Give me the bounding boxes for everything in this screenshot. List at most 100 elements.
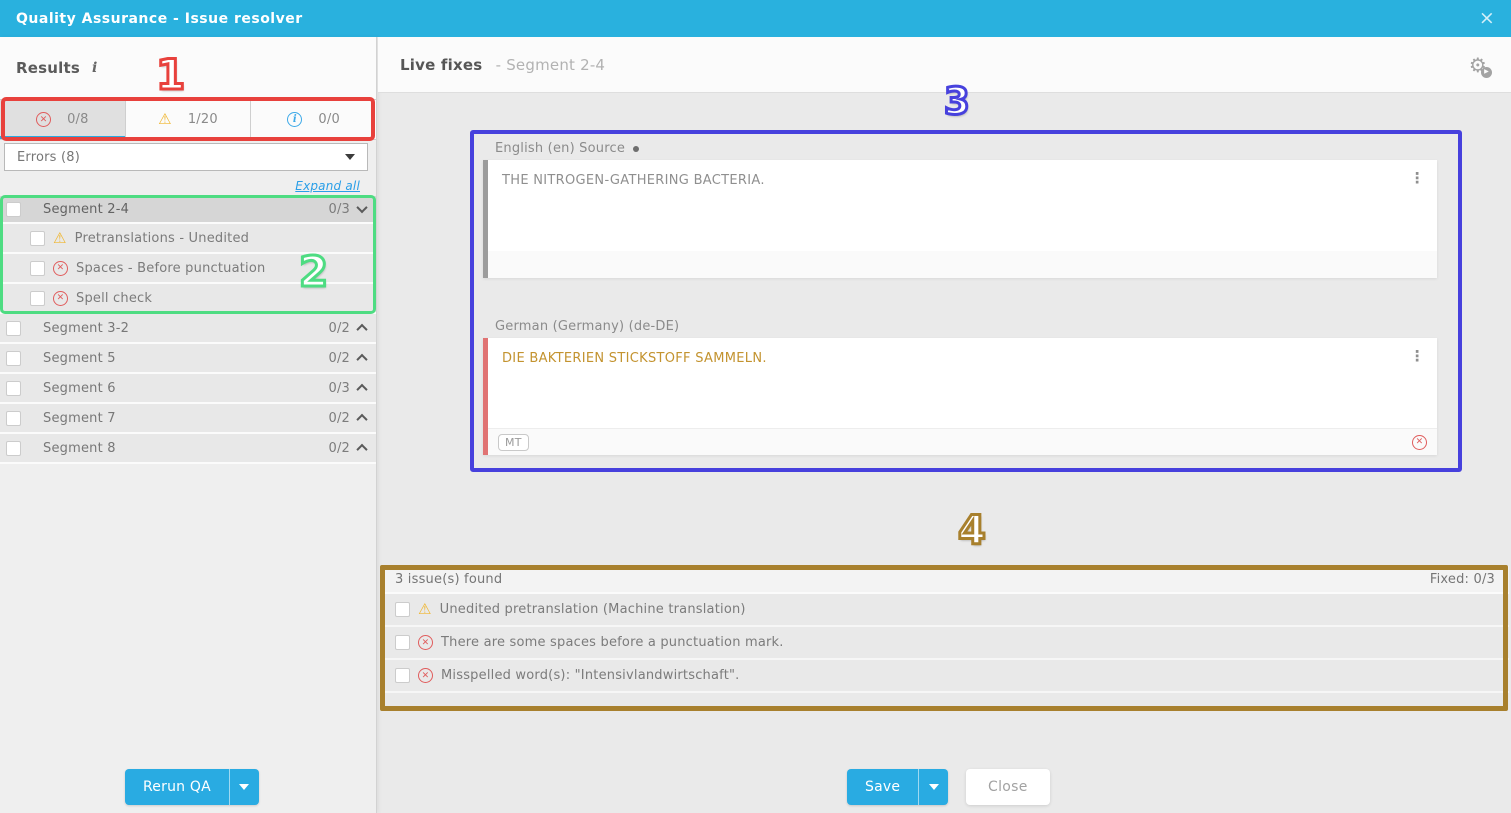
target-language-label: German (Germany) (de-DE): [495, 319, 679, 334]
issue-filter-dropdown[interactable]: Errors (8): [4, 143, 368, 171]
warning-triangle-icon: [418, 602, 432, 617]
live-fixes-subtitle: - Segment 2-4: [496, 56, 606, 74]
source-dot-icon: [633, 146, 639, 152]
segment-checkbox[interactable]: [6, 351, 21, 366]
segment-label: Segment 5: [43, 351, 328, 366]
tab-warnings[interactable]: 1/20: [126, 100, 252, 139]
live-fixes-title-group: Live fixes - Segment 2-4: [400, 55, 605, 74]
chevron-up-icon[interactable]: [356, 444, 367, 455]
segment-checkbox[interactable]: [6, 411, 21, 426]
save-button[interactable]: Save: [847, 769, 918, 805]
chevron-down-icon: [345, 154, 355, 160]
segment-row[interactable]: Segment 3-2 0/2: [0, 314, 376, 344]
group-issue-item[interactable]: Spaces - Before punctuation: [0, 254, 376, 284]
results-title: Results: [16, 59, 80, 77]
error-circle-icon: [53, 291, 68, 306]
issue-checkbox[interactable]: [395, 668, 410, 683]
close-icon[interactable]: ×: [1479, 9, 1495, 28]
issue-checkbox[interactable]: [30, 261, 45, 276]
qa-issue-resolver-window: Quality Assurance - Issue resolver × Res…: [0, 0, 1511, 813]
warning-triangle-icon: [158, 112, 172, 127]
error-circle-icon: [53, 261, 68, 276]
issue-row[interactable]: Unedited pretranslation (Machine transla…: [381, 594, 1509, 627]
segment-label: Segment 6: [43, 381, 328, 396]
close-button[interactable]: Close: [966, 769, 1050, 805]
segment-row[interactable]: Segment 6 0/3: [0, 374, 376, 404]
errors-count: 0/8: [67, 112, 89, 127]
segment-checkbox[interactable]: [6, 202, 21, 217]
issue-row[interactable]: There are some spaces before a punctuati…: [381, 627, 1509, 660]
window-title: Quality Assurance - Issue resolver: [16, 11, 303, 27]
source-editor: THE NITROGEN-GATHERING BACTERIA.: [483, 160, 1437, 278]
tab-info[interactable]: 0/0: [251, 100, 376, 139]
segment-label: Segment 8: [43, 441, 328, 456]
segment-checkbox[interactable]: [6, 321, 21, 336]
segment-list: Segment 2-4 0/3 Pretranslations - Unedit…: [0, 196, 376, 464]
error-circle-icon: [418, 635, 433, 650]
segment-count: 0/2: [328, 321, 350, 336]
group-issue-item[interactable]: Spell check: [0, 284, 376, 314]
tab-errors[interactable]: 0/8: [0, 100, 126, 139]
source-language-text: English (en) Source: [495, 141, 625, 156]
issue-checkbox[interactable]: [395, 602, 410, 617]
kebab-menu-icon[interactable]: [1410, 172, 1425, 186]
segment-count: 0/2: [328, 411, 350, 426]
issue-row[interactable]: Misspelled word(s): "Intensivlandwirtsch…: [381, 660, 1509, 693]
group-issue-label: Spell check: [76, 291, 152, 306]
expand-all-link[interactable]: Expand all: [295, 179, 360, 193]
chevron-up-icon[interactable]: [356, 384, 367, 395]
error-circle-icon: [36, 112, 51, 127]
issue-checkbox[interactable]: [30, 231, 45, 246]
info-circle-icon: [287, 112, 302, 127]
source-editor-footer: [488, 251, 1437, 278]
warning-triangle-icon: [53, 231, 67, 246]
results-sidebar: Results i 0/8 1/20 0/0 Errors (8) Expand…: [0, 37, 377, 813]
segment-group-count: 0/3: [328, 202, 350, 217]
save-dropdown-button[interactable]: [918, 769, 948, 805]
segment-row[interactable]: Segment 7 0/2: [0, 404, 376, 434]
annotation-number-4: 4: [958, 508, 986, 554]
target-text[interactable]: DIE BAKTERIEN STICKSTOFF SAMMELN.: [488, 338, 1437, 366]
qa-settings-gear-icon[interactable]: [1469, 55, 1487, 75]
rerun-qa-split-button: Rerun QA: [125, 769, 259, 805]
target-editor-footer: MT: [488, 428, 1437, 455]
rerun-qa-button[interactable]: Rerun QA: [125, 769, 229, 805]
segment-checkbox[interactable]: [6, 381, 21, 396]
issue-text: Misspelled word(s): "Intensivlandwirtsch…: [441, 668, 740, 683]
window-titlebar: Quality Assurance - Issue resolver ×: [0, 0, 1511, 37]
chevron-up-icon[interactable]: [356, 414, 367, 425]
source-language-label: English (en) Source: [495, 141, 639, 156]
info-count: 0/0: [318, 112, 340, 127]
segment-row[interactable]: Segment 5 0/2: [0, 344, 376, 374]
source-text[interactable]: THE NITROGEN-GATHERING BACTERIA.: [488, 160, 1437, 188]
warnings-count: 1/20: [188, 112, 218, 127]
issue-checkbox[interactable]: [30, 291, 45, 306]
issues-panel: 3 issue(s) found Fixed: 0/3 Unedited pre…: [381, 566, 1509, 706]
group-issue-item[interactable]: Pretranslations - Unedited: [0, 224, 376, 254]
expand-all-row: Expand all: [0, 175, 376, 194]
issues-panel-filler: [381, 693, 1509, 706]
info-icon[interactable]: i: [92, 60, 98, 76]
issue-checkbox[interactable]: [395, 635, 410, 650]
kebab-menu-icon[interactable]: [1410, 350, 1425, 364]
play-icon: [1481, 67, 1492, 78]
chevron-up-icon[interactable]: [356, 324, 367, 335]
error-circle-icon: [1412, 435, 1427, 450]
segment-group-header[interactable]: Segment 2-4 0/3: [0, 196, 376, 224]
target-editor: DIE BAKTERIEN STICKSTOFF SAMMELN. MT: [483, 338, 1437, 455]
segment-label: Segment 3-2: [43, 321, 328, 336]
segment-row[interactable]: Segment 8 0/2: [0, 434, 376, 464]
issues-panel-header: 3 issue(s) found Fixed: 0/3: [381, 566, 1509, 594]
live-fixes-title: Live fixes: [400, 56, 482, 74]
segment-checkbox[interactable]: [6, 441, 21, 456]
segment-count: 0/2: [328, 351, 350, 366]
chevron-down-icon: [239, 784, 249, 790]
chevron-up-icon[interactable]: [356, 354, 367, 365]
segment-count: 0/2: [328, 441, 350, 456]
chevron-down-icon: [929, 784, 939, 790]
rerun-qa-dropdown-button[interactable]: [229, 769, 259, 805]
target-language-text: German (Germany) (de-DE): [495, 319, 679, 334]
segment-label: Segment 7: [43, 411, 328, 426]
chevron-down-icon[interactable]: [356, 202, 367, 213]
issue-text: Unedited pretranslation (Machine transla…: [440, 602, 746, 617]
